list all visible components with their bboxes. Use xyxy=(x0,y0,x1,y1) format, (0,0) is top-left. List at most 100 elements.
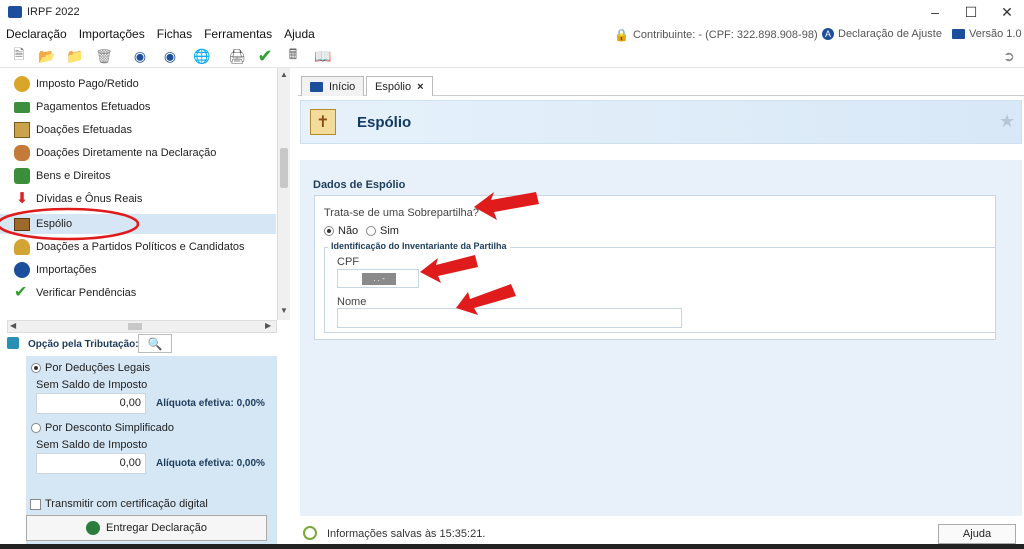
simplificado-saldo: Sem Saldo de Imposto xyxy=(36,439,148,451)
print-icon[interactable]: 🖨 xyxy=(228,47,246,65)
scroll-h-thumb[interactable] xyxy=(128,323,142,330)
scroll-thumb[interactable] xyxy=(280,148,288,188)
deducoes-aliquota: Alíquota efetiva: 0,00% xyxy=(156,398,265,409)
tributacao-label: Opção pela Tributação: xyxy=(28,339,139,350)
calculator-icon[interactable]: 🖩 xyxy=(284,46,302,65)
nao-label: Não xyxy=(338,225,359,237)
sidebar-item-label: Pagamentos Efetuados xyxy=(36,101,151,113)
verify-check-icon[interactable]: ✔ xyxy=(256,46,274,66)
scroll-down-icon[interactable]: ▼ xyxy=(280,306,288,316)
menu-ferramentas[interactable]: Ferramentas xyxy=(198,27,278,41)
sidebar-item-label: Doações a Partidos Políticos e Candidato… xyxy=(36,241,245,253)
tab-close-icon[interactable]: × xyxy=(417,81,423,93)
book-icon[interactable]: 📖 xyxy=(314,47,332,65)
annotation-arrow-cpf xyxy=(420,255,478,283)
new-document-icon[interactable]: 🗎 xyxy=(10,46,28,65)
status-message: Informações salvas às 15:35:21. xyxy=(327,528,486,540)
declaracao-label: Declaração de Ajuste xyxy=(838,28,942,40)
highlight-ellipse xyxy=(0,207,140,241)
cpf-value: . . - xyxy=(362,273,396,285)
deducoes-radio[interactable] xyxy=(31,363,41,373)
page-title: Espólio xyxy=(357,114,412,131)
sidebar-item-importacoes[interactable]: Importações xyxy=(14,260,97,280)
versao-label: Versão 1.0 xyxy=(969,28,1022,40)
certificado-checkbox[interactable] xyxy=(30,499,41,510)
down-arrow-icon: ⬇ xyxy=(15,190,29,207)
sidebar-item-bens-direitos[interactable]: Bens e Direitos xyxy=(14,166,111,186)
sidebar-vertical-scrollbar[interactable]: ▲ ▼ xyxy=(277,68,290,320)
menu-ajuda[interactable]: Ajuda xyxy=(278,27,321,41)
tab-inicio[interactable]: Início xyxy=(301,76,365,96)
close-button[interactable]: ✕ xyxy=(990,0,1024,24)
group-title: Identificação do Inventariante da Partil… xyxy=(328,241,510,251)
tab-espolio[interactable]: Espólio × xyxy=(366,76,433,96)
sidebar-item-label: Bens e Direitos xyxy=(36,170,111,182)
globe-icon[interactable]: 🌐 xyxy=(193,47,211,65)
menu-fichas[interactable]: Fichas xyxy=(151,27,198,41)
section-title: Dados de Espólio xyxy=(313,179,406,191)
certificado-label: Transmitir com certificação digital xyxy=(45,498,208,510)
recover-icon[interactable]: ◉ xyxy=(161,47,179,65)
star-icon[interactable]: ★ xyxy=(999,111,1015,132)
taskbar-strip xyxy=(0,544,1024,549)
check-icon: ✔ xyxy=(14,284,28,301)
sidebar-item-pagamentos[interactable]: Pagamentos Efetuados xyxy=(14,97,150,117)
sidebar-item-label: Verificar Pendências xyxy=(36,287,137,299)
money-bag-icon xyxy=(14,76,30,92)
entregar-label: Entregar Declaração xyxy=(106,522,207,534)
toolbar: 🗎 📂 📁 🗑 ◉ ◉ 🌐 🖨 ✔ 🖩 📖 ➲ xyxy=(0,44,1024,68)
globe-icon xyxy=(86,521,101,535)
sidebar-item-verificar[interactable]: ✔ Verificar Pendências xyxy=(14,283,136,303)
sidebar-item-label: Imposto Pago/Retido xyxy=(36,78,139,90)
exit-icon[interactable]: ➲ xyxy=(1000,47,1018,65)
menu-declaracao[interactable]: Declaração xyxy=(0,27,73,41)
contribuinte-info: 🔒 Contribuinte: - (CPF: 322.898.908-98) xyxy=(614,28,818,42)
scroll-up-icon[interactable]: ▲ xyxy=(280,70,288,80)
tab-label: Início xyxy=(329,80,356,93)
sidebar-item-label: Doações Diretamente na Declaração xyxy=(36,147,217,159)
app-icon xyxy=(8,6,22,18)
trash-icon[interactable]: 🗑 xyxy=(95,47,113,65)
sidebar-item-label: Doações Efetuadas xyxy=(36,124,133,136)
sidebar-item-imposto-pago[interactable]: Imposto Pago/Retido xyxy=(14,74,139,94)
maximize-button[interactable]: ☐ xyxy=(954,0,988,24)
sobrepartilha-question: Trata-se de uma Sobrepartilha? xyxy=(324,207,479,219)
minimize-button[interactable]: – xyxy=(918,0,952,24)
simplificado-aliquota: Alíquota efetiva: 0,00% xyxy=(156,458,265,469)
help-button[interactable]: Ajuda xyxy=(938,524,1016,544)
lock-icon: 🔒 xyxy=(614,28,629,42)
open-folder-icon[interactable]: 📂 xyxy=(38,47,56,65)
tributacao-icon xyxy=(7,337,19,349)
nao-radio[interactable] xyxy=(324,226,334,236)
contribuinte-label: Contribuinte: - (CPF: 322.898.908-98) xyxy=(632,29,818,41)
credit-card-icon xyxy=(14,101,30,113)
versao-link[interactable]: Versão 1.0 xyxy=(952,28,1022,40)
scroll-left-icon[interactable]: ◀ xyxy=(10,321,16,330)
declaracao-ajuste-link[interactable]: A Declaração de Ajuste xyxy=(822,28,942,40)
menu-importacoes[interactable]: Importações xyxy=(73,27,151,41)
page-header: ✝ Espólio ★ xyxy=(300,100,1022,144)
sidebar-item-doacoes-efetuadas[interactable]: Doações Efetuadas xyxy=(14,120,132,140)
folder-icon[interactable]: 📁 xyxy=(66,47,84,65)
sidebar-item-doacoes-diretamente[interactable]: Doações Diretamente na Declaração xyxy=(14,143,216,163)
scroll-right-icon[interactable]: ▶ xyxy=(265,321,271,330)
entregar-button[interactable]: Entregar Declaração xyxy=(26,515,267,541)
simplificado-label: Por Desconto Simplificado xyxy=(45,422,175,434)
cpf-label: CPF xyxy=(337,256,359,268)
cpf-field[interactable]: . . - xyxy=(337,269,419,288)
deducoes-saldo: Sem Saldo de Imposto xyxy=(36,379,148,391)
simplificado-valor: 0,00 xyxy=(36,453,146,474)
import-icon[interactable]: ◉ xyxy=(131,47,149,65)
sidebar-horizontal-scrollbar[interactable]: ◀ ▶ xyxy=(7,320,277,333)
assets-icon xyxy=(14,168,30,184)
sim-radio[interactable] xyxy=(366,226,376,236)
simplificado-radio[interactable] xyxy=(31,423,41,433)
search-button[interactable]: 🔍 xyxy=(138,334,172,353)
deducoes-label: Por Deduções Legais xyxy=(45,362,151,374)
tab-label: Espólio xyxy=(375,80,412,93)
sidebar-item-label: Dívidas e Ônus Reais xyxy=(36,193,143,205)
deducoes-valor: 0,00 xyxy=(36,393,146,414)
title-bar: IRPF 2022 – ☐ ✕ xyxy=(0,0,1024,24)
nome-label: Nome xyxy=(337,296,367,308)
window-title: IRPF 2022 xyxy=(27,6,80,18)
